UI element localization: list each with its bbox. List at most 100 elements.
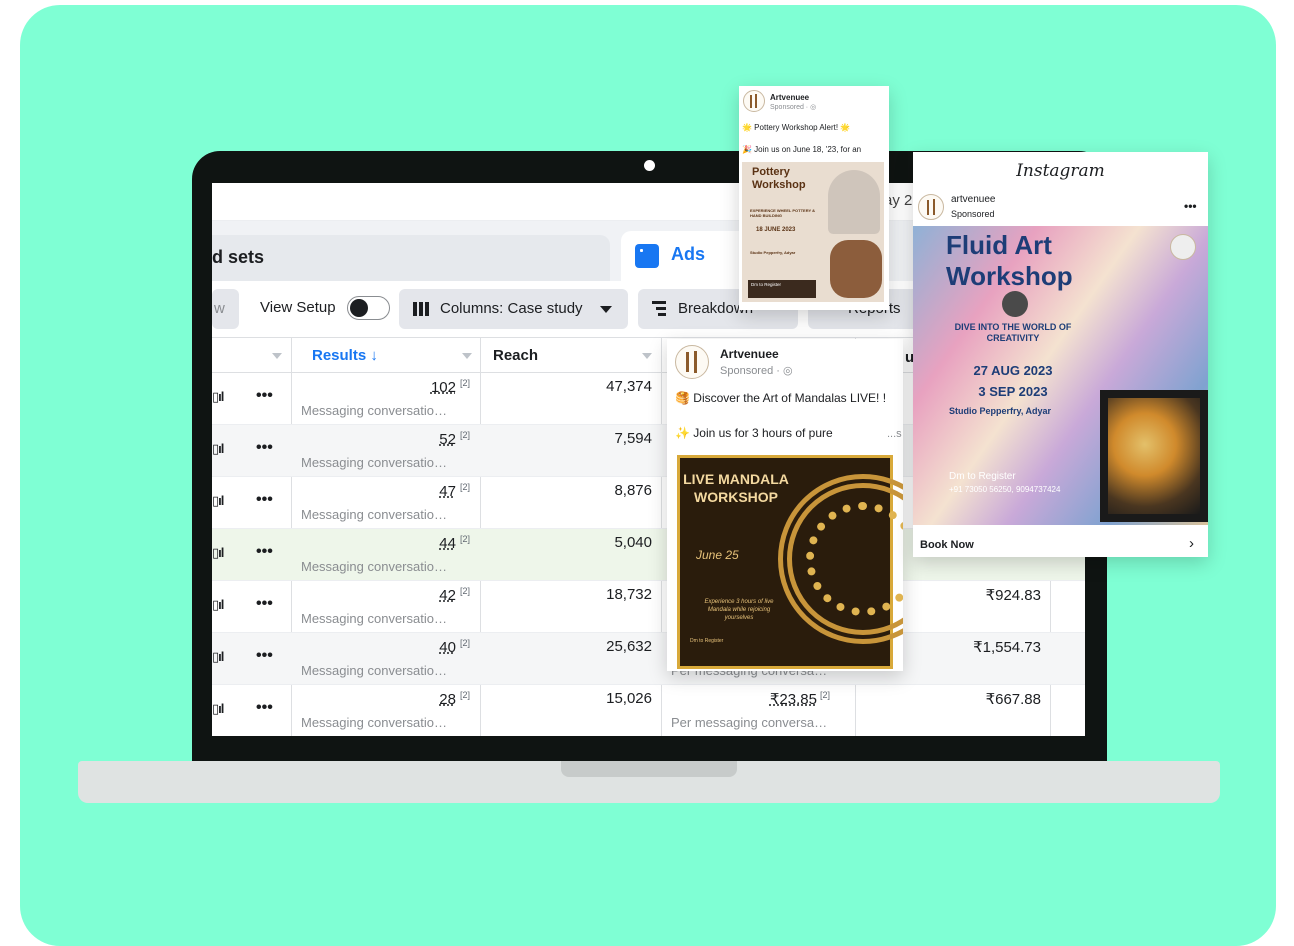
reach-column-header[interactable]: Reach (493, 347, 538, 364)
see-more-link[interactable]: ...s (887, 428, 902, 440)
avatar (675, 345, 709, 379)
table-row[interactable]: ▯ıl ••• 42 [2] Messaging conversatio… 18,… (212, 581, 1085, 633)
sponsored-label: Sponsored (951, 209, 995, 219)
results-subtext: Messaging conversatio… (301, 611, 447, 626)
results-subtext: Messaging conversatio… (301, 663, 447, 678)
instagram-logo: Instagram (1016, 161, 1105, 181)
avatar (918, 194, 944, 220)
mandala-poster[interactable]: LIVE MANDALA WORKSHOP June 25 Experience… (677, 455, 903, 669)
more-options-icon[interactable]: ••• (256, 491, 273, 509)
poster-subtitle: EXPERIENCE WHEEL POTTERY & HAND BUILDING (750, 208, 816, 218)
chart-icon[interactable]: ▯ıl (212, 649, 224, 665)
ad-text-line: 🎉 Join us on June 18, '23, for an (742, 145, 862, 154)
amount-spent-value: ₹667.88 (985, 691, 1041, 708)
instagram-ad-card[interactable]: Instagram artvenuee Sponsored ••• Fluid … (913, 152, 1208, 557)
poster-dm: Dm to Register (690, 638, 724, 644)
results-column-header[interactable]: Results ↓ (312, 347, 378, 364)
chart-icon[interactable]: ▯ıl (212, 545, 224, 561)
chart-icon[interactable]: ▯ıl (212, 389, 224, 405)
camera-icon (644, 160, 655, 171)
mandala-ad-card[interactable]: Artvenuee Sponsored · ◎ 🥞 Discover the A… (667, 339, 903, 671)
advertiser-name[interactable]: artvenuee (951, 194, 995, 205)
more-options-icon[interactable]: ••• (1184, 199, 1197, 213)
amount-spent-value: ₹1,554.73 (973, 639, 1041, 656)
fluid-art-poster[interactable]: Fluid Art Workshop DIVE INTO THE WORLD O… (913, 226, 1208, 525)
results-value: 40 [2] (439, 638, 470, 656)
table-row[interactable]: ▯ıl ••• 28 [2] Messaging conversatio… 15,… (212, 685, 1085, 736)
columns-label: Columns: Case study (440, 300, 583, 317)
amount-spent-value: ₹924.83 (985, 587, 1041, 604)
more-options-icon[interactable]: ••• (256, 595, 273, 613)
poster-description: Experience 3 hours of live Mandala while… (704, 599, 774, 621)
advertiser-name[interactable]: Artvenuee (720, 347, 779, 361)
sort-icon[interactable] (462, 353, 472, 359)
poster-title: Pottery Workshop (752, 166, 806, 191)
poster-dm: Dm to Register (748, 280, 816, 298)
results-subtext: Messaging conversatio… (301, 455, 447, 470)
reach-value: 8,876 (614, 482, 652, 499)
chart-icon[interactable]: ▯ıl (212, 493, 224, 509)
ad-text-line: ✨ Join us for 3 hours of pure (675, 426, 833, 440)
more-options-icon[interactable]: ••• (256, 699, 273, 717)
book-now-button[interactable]: Book Now (913, 528, 1208, 557)
reach-value: 25,632 (606, 638, 652, 655)
decorative-icon (1002, 291, 1028, 317)
more-options-icon[interactable]: ••• (256, 387, 273, 405)
results-subtext: Messaging conversatio… (301, 403, 447, 418)
poster-date: 18 JUNE 2023 (756, 227, 796, 233)
results-subtext: Messaging conversatio… (301, 507, 447, 522)
ads-tab-icon (635, 244, 659, 268)
ad-text-line: 🥞 Discover the Art of Mandalas LIVE! ! (675, 391, 887, 405)
brand-logo (1170, 234, 1196, 260)
more-options-icon[interactable]: ••• (256, 647, 273, 665)
columns-icon (413, 302, 429, 316)
poster-title: Fluid Art Workshop (946, 230, 1073, 291)
poster-dm: Dm to Register +91 73050 56250, 909473742… (949, 471, 1061, 494)
chevron-right-icon[interactable]: › (1189, 535, 1194, 552)
results-value: 44 [2] (439, 534, 470, 552)
sort-icon[interactable] (642, 353, 652, 359)
chevron-down-icon (600, 306, 612, 313)
poster-location: Studio Pepperfry, Adyar (750, 250, 796, 255)
tab-ads-label: Ads (671, 244, 706, 264)
hands-photo (830, 240, 882, 298)
results-value: 102 [2] (430, 378, 470, 396)
chart-icon[interactable]: ▯ıl (212, 441, 224, 457)
view-button-partial[interactable]: w (212, 289, 239, 329)
advertiser-name[interactable]: Artvenuee (770, 93, 809, 102)
results-value: 42 [2] (439, 586, 470, 604)
laptop-notch (561, 761, 737, 777)
columns-button[interactable]: Columns: Case study (399, 289, 628, 329)
pottery-ad-card[interactable]: Artvenuee Sponsored · ◎ 🌟 Pottery Worksh… (739, 86, 889, 310)
pottery-poster[interactable]: Pottery Workshop EXPERIENCE WHEEL POTTER… (742, 162, 884, 302)
results-subtext: Messaging conversatio… (301, 559, 447, 574)
chart-icon[interactable]: ▯ıl (212, 701, 224, 717)
results-subtext: Messaging conversatio… (301, 715, 447, 730)
more-options-icon[interactable]: ••• (256, 543, 273, 561)
poster-location: Studio Pepperfry, Adyar (949, 406, 1052, 416)
pottery-wheel-photo (828, 170, 880, 234)
reach-value: 15,026 (606, 690, 652, 707)
poster-title: LIVE MANDALA WORKSHOP (683, 471, 789, 505)
ad-text-line: 🌟 Pottery Workshop Alert! 🌟 (742, 123, 851, 132)
more-options-icon[interactable]: ••• (256, 439, 273, 457)
results-value: 47 [2] (439, 482, 470, 500)
cost-per-result-subtext: Per messaging conversa… (671, 715, 828, 730)
cost-per-result-value: ₹23.85 [2] (769, 690, 830, 708)
sponsored-label: Sponsored · ◎ (770, 104, 817, 111)
reach-value: 7,594 (614, 430, 652, 447)
toggle-knob (350, 299, 368, 317)
breakdown-icon (652, 301, 668, 317)
poster-tagline: DIVE INTO THE WORLD OF CREATIVITY (954, 322, 1072, 343)
tab-ad-sets[interactable]: d sets (212, 235, 610, 281)
poster-date: June 25 (696, 548, 739, 562)
sort-icon[interactable] (272, 353, 282, 359)
view-setup-label: View Setup (260, 299, 336, 316)
reach-value: 18,732 (606, 586, 652, 603)
chart-icon[interactable]: ▯ıl (212, 597, 224, 613)
table-row[interactable]: ▯ıl ••• 40 [2] Messaging conversatio… 25,… (212, 633, 1085, 685)
view-setup-toggle[interactable] (347, 296, 390, 320)
results-value: 52 [2] (439, 430, 470, 448)
poster-date: 27 AUG 2023 3 SEP 2023 (973, 363, 1053, 399)
reach-value: 47,374 (606, 378, 652, 395)
